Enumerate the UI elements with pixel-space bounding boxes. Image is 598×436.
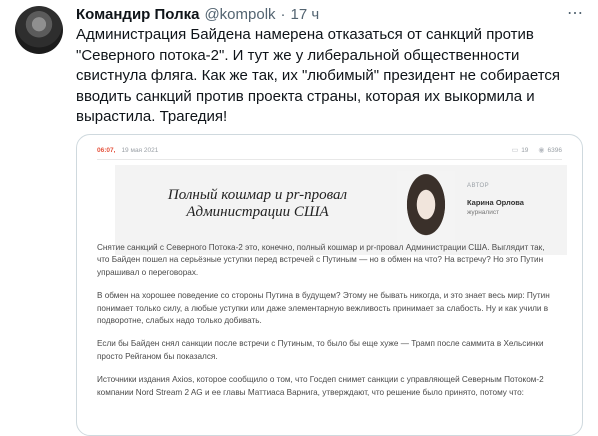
- author-label: АВТОР: [467, 183, 490, 189]
- article-headline-text: Полный кошмар и pr-провал Администрации …: [167, 187, 348, 220]
- article-paragraph: Снятие санкций с Северного Потока-2 это,…: [97, 243, 545, 277]
- comments-stat: ▭ 19: [511, 146, 529, 155]
- article-body: Снятие санкций с Северного Потока-2 это,…: [97, 242, 559, 410]
- separator-dot: ·: [280, 5, 286, 23]
- views-stat: ◉ 6396: [538, 146, 562, 155]
- author-avatar[interactable]: [15, 6, 63, 54]
- tweet-time[interactable]: 17 ч: [291, 6, 320, 23]
- article-author-role: журналист: [467, 209, 500, 216]
- article-author-name: Карина Орлова: [467, 198, 524, 207]
- tweet-text: Администрация Байдена намерена отказатьс…: [76, 26, 561, 125]
- comment-icon: ▭: [511, 147, 519, 154]
- eye-icon: ◉: [538, 147, 545, 154]
- author-name[interactable]: Командир Полка: [76, 6, 199, 23]
- article-date: 19 мая 2021: [121, 146, 159, 154]
- attached-image-card[interactable]: 06:07, 19 мая 2021 ▭ 19 ◉ 6396 Полный ко…: [76, 134, 583, 436]
- article-headline: Полный кошмар и pr-провал Администрации …: [140, 187, 375, 221]
- article-stats: ▭ 19 ◉ 6396: [511, 146, 562, 155]
- article-paragraph: Если бы Байден снял санкции после встреч…: [97, 339, 544, 361]
- tweet-header: Командир Полка @kompolk · 17 ч: [76, 4, 586, 24]
- article-meta-bar: 06:07, 19 мая 2021 ▭ 19 ◉ 6396: [97, 143, 562, 157]
- article-paragraph: В обмен на хорошее поведение со стороны …: [97, 291, 550, 326]
- views-count: 6396: [547, 146, 562, 154]
- article-time: 06:07,: [97, 146, 116, 154]
- author-photo: [397, 171, 455, 251]
- more-horizontal-icon[interactable]: ⋯: [567, 3, 584, 23]
- article-paragraph: Источники издания Axios, которое сообщил…: [97, 375, 544, 397]
- article-divider: [97, 159, 562, 160]
- comments-count: 19: [521, 146, 529, 154]
- author-handle[interactable]: @kompolk: [204, 6, 275, 23]
